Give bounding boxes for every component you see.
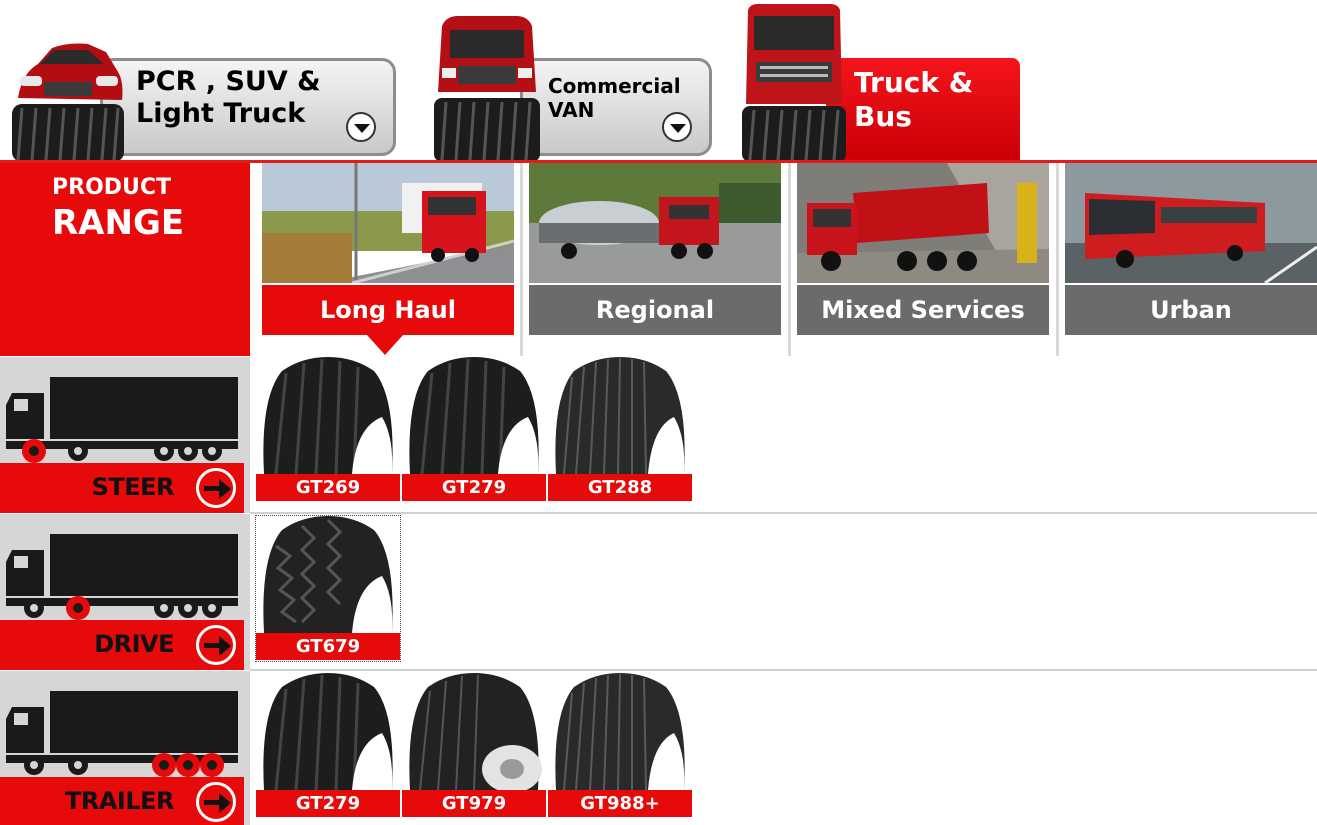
- tire-image: [555, 673, 685, 790]
- application-tab-regional[interactable]: Regional: [529, 163, 781, 335]
- column-separator: [1056, 163, 1059, 356]
- tire-card[interactable]: GT288: [548, 357, 692, 502]
- tire-model-label: GT288: [548, 474, 692, 501]
- application-label: Regional: [529, 285, 781, 335]
- row-divider: [250, 669, 1317, 671]
- tire-model-label: GT269: [256, 474, 400, 501]
- truck-tire-icon: [742, 4, 846, 162]
- tire-card[interactable]: GT279: [256, 673, 400, 818]
- chevron-down-icon[interactable]: [346, 112, 376, 142]
- tire-image: [409, 357, 539, 474]
- application-tab-long-haul[interactable]: Long Haul: [262, 163, 514, 335]
- mixed-services-photo: [797, 163, 1049, 283]
- arrow-right-icon: [196, 625, 236, 665]
- application-tab-urban[interactable]: Urban: [1065, 163, 1317, 335]
- tire-card[interactable]: GT679: [255, 515, 401, 662]
- position-label: STEER: [91, 473, 175, 501]
- application-tab-mixed-services[interactable]: Mixed Services: [797, 163, 1049, 335]
- column-separator: [520, 163, 523, 356]
- tire-model-label: GT279: [402, 474, 546, 501]
- application-label: Long Haul: [262, 285, 514, 335]
- product-range-box: PRODUCT RANGE: [0, 163, 250, 356]
- urban-photo: [1065, 163, 1317, 283]
- tire-image: [263, 357, 393, 474]
- selected-pointer-icon: [367, 335, 403, 355]
- car-tire-icon: [12, 43, 124, 162]
- tire-image: [263, 516, 393, 633]
- category-tab-label: Truck & Bus: [854, 66, 974, 133]
- truck-silhouette-icon: [6, 534, 238, 620]
- position-label: TRAILER: [64, 787, 175, 815]
- column-separator: [788, 163, 791, 356]
- product-range-title: RANGE: [52, 203, 185, 243]
- tire-image: [409, 673, 542, 790]
- position-panel-trailer[interactable]: TRAILER: [0, 671, 250, 825]
- tire-card[interactable]: GT988+: [548, 673, 692, 818]
- arrow-right-icon: [196, 468, 236, 508]
- category-tab-label: PCR , SUV & Light Truck: [136, 66, 321, 130]
- application-label: Mixed Services: [797, 285, 1049, 335]
- tire-card[interactable]: GT279: [402, 357, 546, 502]
- position-panel-steer[interactable]: STEER: [0, 357, 250, 513]
- position-button-trailer[interactable]: TRAILER: [0, 777, 244, 825]
- tire-model-label: GT679: [256, 633, 400, 660]
- position-button-drive[interactable]: DRIVE: [0, 620, 244, 670]
- truck-silhouette-icon: [6, 691, 238, 777]
- tire-card[interactable]: GT979: [402, 673, 546, 818]
- arrow-right-icon: [196, 782, 236, 822]
- tire-image: [555, 357, 685, 474]
- tire-model-label: GT279: [256, 790, 400, 817]
- long-haul-photo: [262, 163, 514, 283]
- application-label: Urban: [1065, 285, 1317, 335]
- tire-card[interactable]: GT269: [256, 357, 400, 502]
- tire-model-label: GT988+: [548, 790, 692, 817]
- chevron-down-icon[interactable]: [662, 112, 692, 142]
- position-panel-drive[interactable]: DRIVE: [0, 514, 250, 670]
- van-tire-icon: [434, 16, 540, 162]
- category-tab-label: Commercial VAN: [548, 74, 681, 122]
- position-button-steer[interactable]: STEER: [0, 463, 244, 513]
- product-range-title-top: PRODUCT: [52, 175, 172, 200]
- regional-photo: [529, 163, 781, 283]
- row-divider: [250, 512, 1317, 514]
- product-range-page: PCR , SUV & Light Truck Commercial VAN T…: [0, 0, 1317, 825]
- tire-model-label: GT979: [402, 790, 546, 817]
- truck-silhouette-icon: [6, 377, 238, 463]
- position-label: DRIVE: [94, 630, 174, 658]
- tire-image: [263, 673, 393, 790]
